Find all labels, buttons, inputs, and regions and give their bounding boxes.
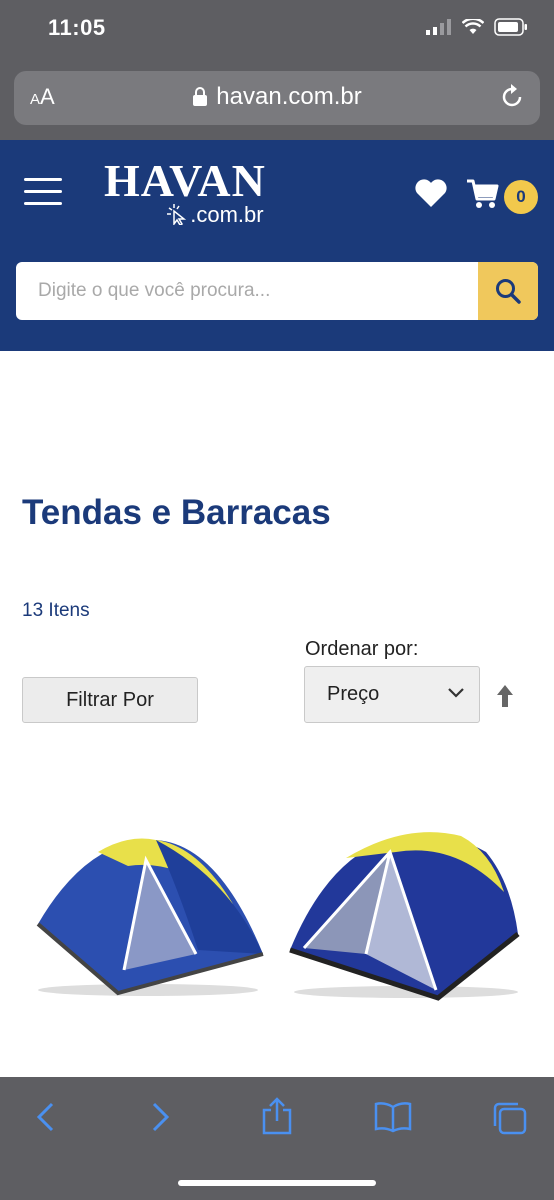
bookmarks-icon[interactable]: [374, 1101, 412, 1133]
tent-product-image[interactable]: [286, 822, 526, 1002]
item-count: 13 Itens: [22, 600, 90, 621]
sort-direction-arrow-icon[interactable]: [496, 684, 514, 708]
search-button[interactable]: [478, 262, 538, 320]
url-display[interactable]: havan.com.br: [14, 83, 540, 111]
url-text: havan.com.br: [216, 83, 362, 110]
reload-icon[interactable]: [498, 83, 526, 111]
signal-icon: [426, 19, 451, 35]
wifi-icon: [462, 19, 484, 34]
sort-label: Ordenar por:: [305, 638, 419, 660]
chevron-down-icon: [448, 688, 464, 698]
browser-chrome: AA havan.com.br: [0, 60, 554, 140]
cursor-sparkle-icon: [167, 204, 187, 227]
logo-sub-text: .com.br: [164, 202, 266, 228]
cart-icon[interactable]: [466, 178, 500, 210]
menu-icon[interactable]: [24, 178, 62, 206]
logo-domain: .com.br: [190, 202, 264, 227]
sort-select[interactable]: Preço: [304, 666, 480, 723]
search-box: [16, 262, 538, 320]
battery-icon: [494, 18, 527, 36]
site-header: HAVAN .com.br 0: [0, 140, 554, 351]
cart-count-badge[interactable]: 0: [504, 180, 538, 214]
status-bar: 11:05: [0, 0, 554, 60]
back-icon[interactable]: [34, 1101, 56, 1133]
forward-icon[interactable]: [150, 1101, 172, 1133]
search-icon: [496, 279, 521, 304]
heart-icon[interactable]: [414, 178, 448, 208]
lock-icon: [193, 87, 208, 106]
tabs-icon[interactable]: [492, 1101, 528, 1135]
sort-value: Preço: [327, 683, 380, 705]
status-icons: [426, 18, 528, 36]
filter-button[interactable]: Filtrar Por: [22, 677, 198, 723]
home-indicator: [178, 1180, 376, 1186]
address-bar[interactable]: AA havan.com.br: [14, 71, 540, 125]
tent-product-image[interactable]: [28, 828, 268, 998]
logo-main-text: HAVAN: [104, 155, 266, 206]
status-time: 11:05: [48, 15, 106, 40]
search-input[interactable]: [16, 262, 478, 320]
page-title: Tendas e Barracas: [22, 493, 331, 532]
share-icon[interactable]: [260, 1097, 294, 1135]
havan-logo[interactable]: HAVAN .com.br: [104, 158, 266, 228]
